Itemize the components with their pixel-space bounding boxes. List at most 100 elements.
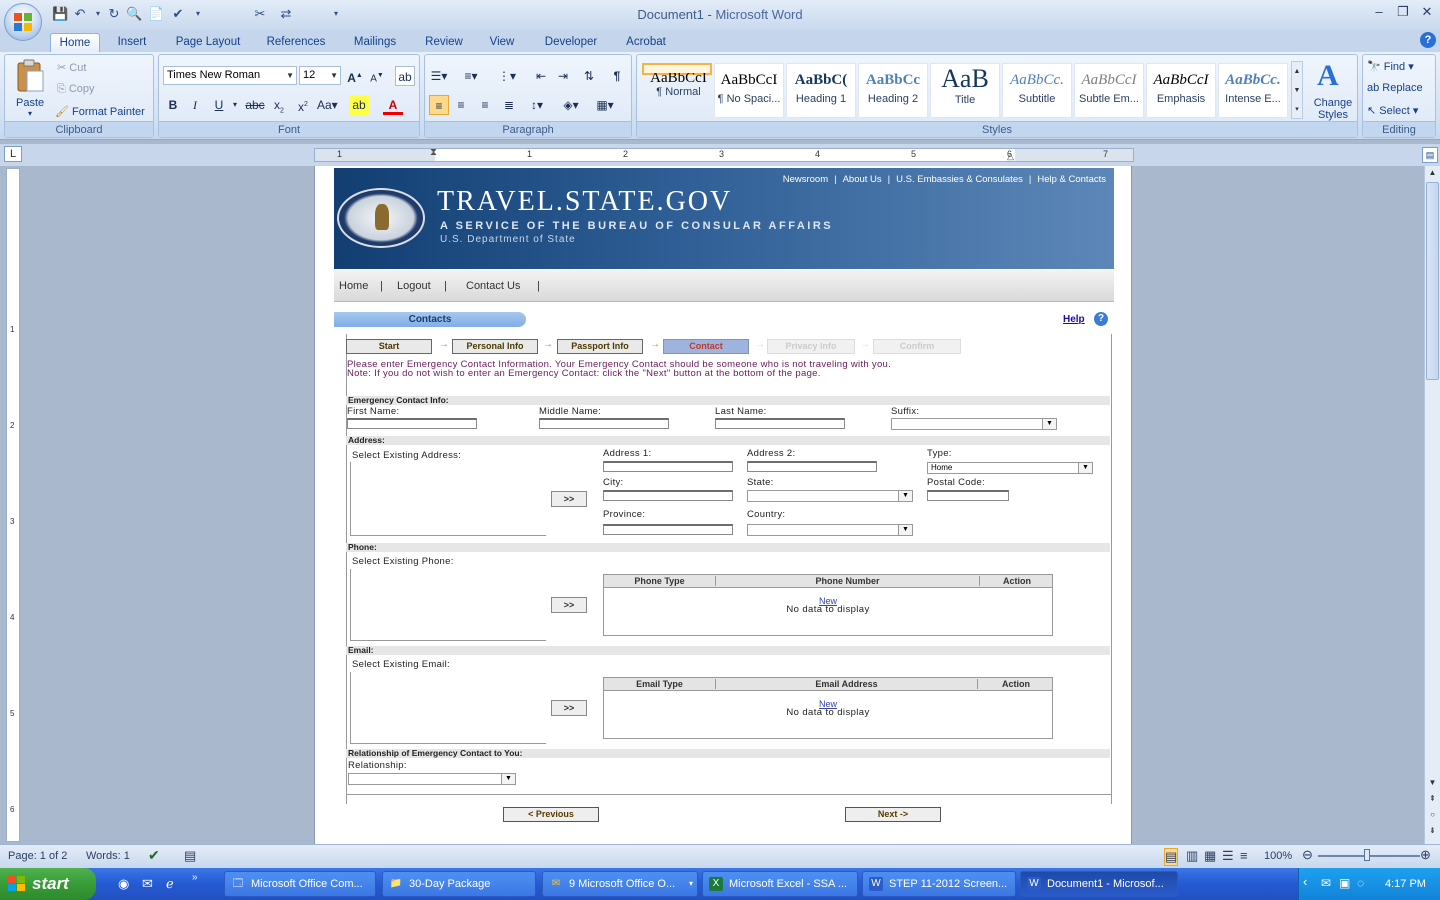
close-button[interactable]: ✕ xyxy=(1416,4,1438,22)
browse-object-icon[interactable]: ○ xyxy=(1426,810,1439,822)
tab-page-layout[interactable]: Page Layout xyxy=(168,33,248,52)
scroll-down-icon[interactable]: ▼ xyxy=(1426,778,1439,790)
replace-button[interactable]: ab Replace xyxy=(1367,82,1423,94)
document-page[interactable]: TRAVEL.STATE.GOV A SERVICE OF THE BUREAU… xyxy=(314,166,1132,846)
tray-expand-icon[interactable]: ‹ xyxy=(1303,874,1307,889)
move-phone-button[interactable]: >> xyxy=(551,597,587,613)
embassies-link[interactable]: U.S. Embassies & Consulates xyxy=(896,174,1023,185)
quicklaunch-more-icon[interactable]: » xyxy=(192,872,198,883)
zoom-in-icon[interactable]: ⊕ xyxy=(1420,847,1431,863)
taskbar-item[interactable]: 🗔 Microsoft Office Com... xyxy=(224,871,376,897)
copy-button[interactable]: ⎘ Copy xyxy=(57,83,95,96)
indent-marker-icon[interactable]: ⧗ xyxy=(430,147,437,158)
draft-icon[interactable]: ≡ xyxy=(1240,848,1248,863)
cut-button[interactable]: ✂ Cut xyxy=(57,61,86,74)
style-title[interactable]: AaB Title xyxy=(930,63,1000,118)
macro-record-icon[interactable]: ▤ xyxy=(184,848,196,864)
scroll-up-icon[interactable]: ▲ xyxy=(1426,168,1439,180)
tab-references[interactable]: References xyxy=(258,33,334,52)
existing-address-list[interactable] xyxy=(350,462,546,536)
underline-dropdown-icon[interactable]: ▾ xyxy=(225,95,245,115)
taskbar-item[interactable]: 📁 30-Day Package xyxy=(382,871,536,897)
style-emphasis[interactable]: AaBbCcI Emphasis xyxy=(1146,63,1216,118)
type-select[interactable]: Home ▼ xyxy=(927,462,1093,474)
subscript-icon[interactable]: x2 xyxy=(269,95,289,115)
state-select[interactable]: ▼ xyxy=(747,490,913,502)
help-question-icon[interactable]: ? xyxy=(1094,312,1108,326)
outlook-quick-icon[interactable]: ✉ xyxy=(142,876,153,892)
paste-button[interactable]: Paste ▾ xyxy=(11,59,51,118)
tray-outlook-icon[interactable]: ✉ xyxy=(1321,876,1331,890)
last-name-input[interactable] xyxy=(715,418,845,429)
outline-icon[interactable]: ☰ xyxy=(1222,848,1234,864)
address1-input[interactable] xyxy=(603,461,733,472)
help-icon[interactable]: ? xyxy=(1420,32,1436,48)
horizontal-ruler[interactable]: 1 1 2 3 4 5 6 7 ⧗ △ xyxy=(314,147,1134,162)
media-player-icon[interactable]: ◉ xyxy=(118,876,129,892)
multilevel-list-icon[interactable]: ⋮▾ xyxy=(497,66,517,86)
address2-input[interactable] xyxy=(747,461,877,472)
right-indent-marker-icon[interactable]: △ xyxy=(1007,151,1014,162)
change-styles-button[interactable]: A Change Styles xyxy=(1313,59,1355,121)
step-personal-info[interactable]: Personal Info xyxy=(452,339,538,354)
existing-email-list[interactable] xyxy=(350,672,546,744)
zoom-level[interactable]: 100% xyxy=(1264,850,1292,862)
shading-icon[interactable]: ◈▾ xyxy=(561,95,581,115)
format-painter-button[interactable]: 🖌 Format Painter xyxy=(55,105,145,118)
highlight-icon[interactable]: ab xyxy=(349,95,369,115)
next-page-icon[interactable]: ⇟ xyxy=(1426,826,1439,838)
vertical-scrollbar[interactable]: ▲ ▼ ⇞ ○ ⇟ xyxy=(1424,166,1440,844)
suffix-select[interactable]: ▼ xyxy=(891,418,1057,430)
align-right-icon[interactable]: ≡ xyxy=(475,95,495,115)
help-contacts-link[interactable]: Help & Contacts xyxy=(1037,174,1106,185)
font-color-icon[interactable]: A xyxy=(383,95,403,115)
tab-home[interactable]: Home xyxy=(50,33,100,52)
step-start[interactable]: Start xyxy=(346,339,432,354)
print-layout-icon[interactable]: ▤ xyxy=(1164,848,1179,866)
shrink-font-icon[interactable]: A▼ xyxy=(367,66,387,86)
start-button[interactable]: start xyxy=(0,868,96,900)
step-passport-info[interactable]: Passport Info xyxy=(557,339,643,354)
first-name-input[interactable] xyxy=(347,418,477,429)
tray-sync-icon[interactable]: ◌ xyxy=(1357,876,1364,890)
tray-network-icon[interactable]: ▣ xyxy=(1339,876,1350,890)
grow-font-icon[interactable]: A▲ xyxy=(345,66,365,86)
postal-code-input[interactable] xyxy=(927,490,1009,501)
web-layout-icon[interactable]: ▦ xyxy=(1204,848,1216,864)
existing-phone-list[interactable] xyxy=(350,569,546,641)
taskbar-item[interactable]: ✉ 9 Microsoft Office O... ▾ xyxy=(542,871,698,897)
province-input[interactable] xyxy=(603,524,733,535)
previous-button[interactable]: < Previous xyxy=(503,807,599,822)
zoom-slider-thumb[interactable] xyxy=(1364,849,1370,861)
tab-mailings[interactable]: Mailings xyxy=(344,33,406,52)
step-contact[interactable]: Contact xyxy=(663,339,749,354)
show-formatting-icon[interactable]: ¶ xyxy=(607,66,627,86)
proofing-icon[interactable]: ✔ xyxy=(148,847,160,864)
style-no-spacing[interactable]: AaBbCcI ¶ No Spaci... xyxy=(714,63,784,118)
page-count[interactable]: Page: 1 of 2 xyxy=(8,850,67,862)
restore-button[interactable]: ❐ xyxy=(1392,4,1414,22)
taskbar-item[interactable]: W STEP 11-2012 Screen... xyxy=(862,871,1016,897)
strikethrough-icon[interactable]: abc xyxy=(245,95,265,115)
nav-logout-link[interactable]: Logout xyxy=(397,280,431,292)
style-intense-emphasis[interactable]: AaBbCc. Intense E... xyxy=(1218,63,1288,118)
borders-icon[interactable]: ▦▾ xyxy=(595,95,615,115)
help-link[interactable]: Help xyxy=(1063,314,1085,325)
about-us-link[interactable]: About Us xyxy=(843,174,882,185)
style-subtitle[interactable]: AaBbCc. Subtitle xyxy=(1002,63,1072,118)
country-select[interactable]: ▼ xyxy=(747,524,913,536)
bullets-icon[interactable]: ☰▾ xyxy=(429,66,449,86)
move-address-button[interactable]: >> xyxy=(551,491,587,507)
move-email-button[interactable]: >> xyxy=(551,700,587,716)
taskbar-item[interactable]: X Microsoft Excel - SSA ... xyxy=(702,871,858,897)
city-input[interactable] xyxy=(603,490,733,501)
find-button[interactable]: 🔭 Find ▾ xyxy=(1367,60,1414,73)
align-center-icon[interactable]: ≡ xyxy=(451,95,471,115)
newsroom-link[interactable]: Newsroom xyxy=(783,174,828,185)
select-button[interactable]: ↖ Select ▾ xyxy=(1367,104,1418,117)
justify-icon[interactable]: ≣ xyxy=(499,95,519,115)
style-heading-2[interactable]: AaBbCc Heading 2 xyxy=(858,63,928,118)
line-spacing-icon[interactable]: ↕▾ xyxy=(527,95,547,115)
align-left-icon[interactable]: ≡ xyxy=(429,95,449,115)
internet-explorer-icon[interactable]: ℯ xyxy=(166,876,174,892)
